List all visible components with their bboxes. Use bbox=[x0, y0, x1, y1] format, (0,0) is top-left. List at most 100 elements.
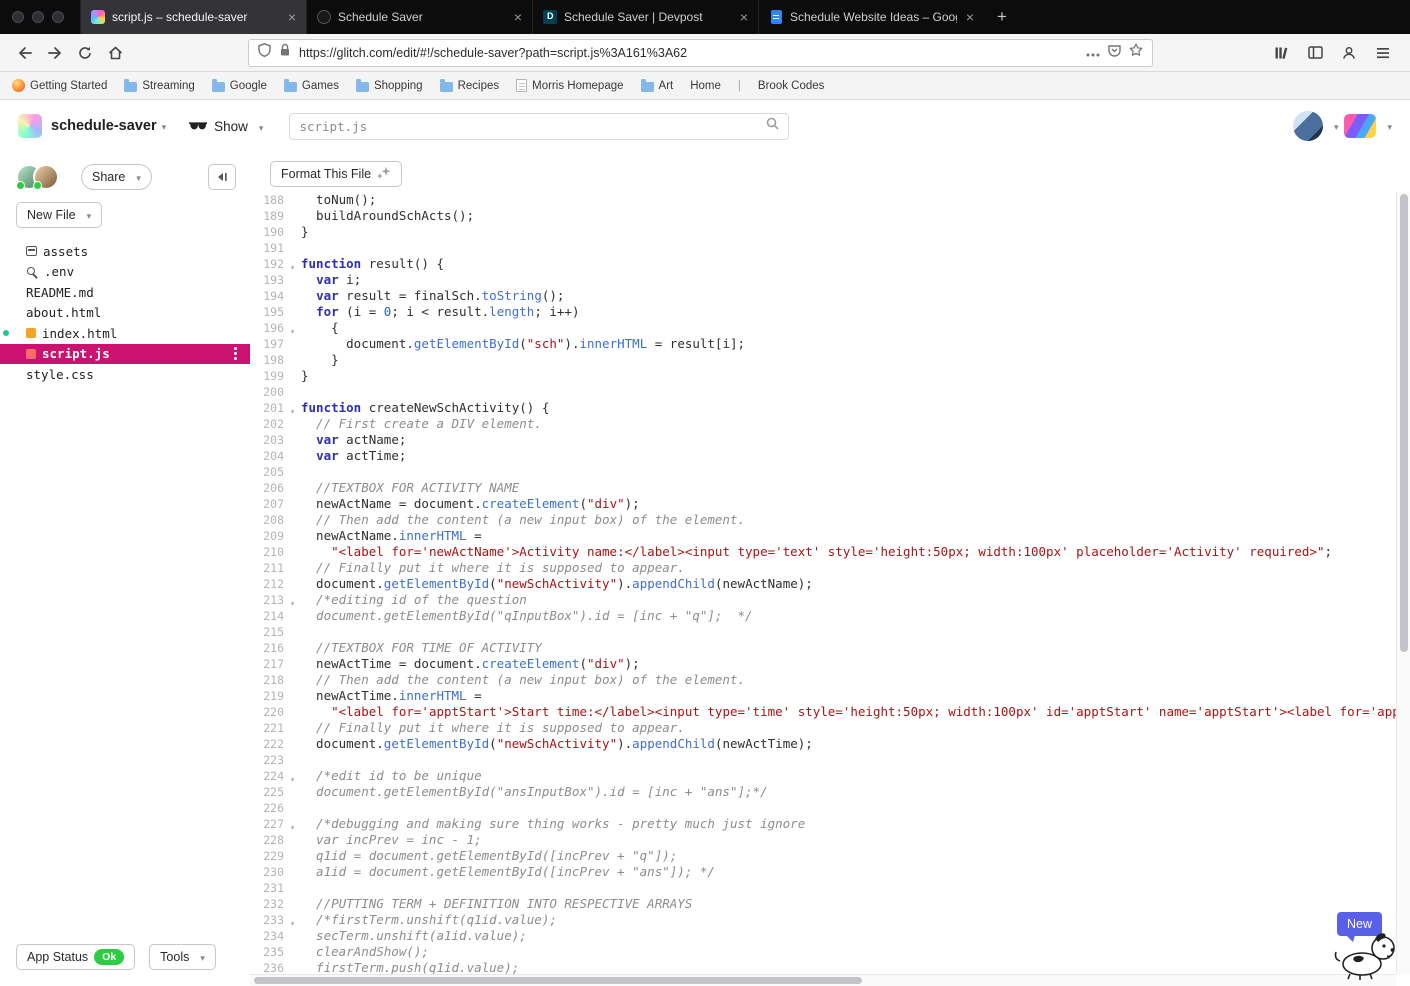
fold-arrow-icon[interactable] bbox=[290, 258, 295, 276]
forward-button[interactable] bbox=[40, 39, 70, 67]
bookmark-item[interactable]: Shopping bbox=[355, 79, 423, 92]
file-search-input[interactable] bbox=[299, 118, 767, 134]
code-line: 204 var actTime; bbox=[250, 448, 1396, 464]
code-line: 189 buildAroundSchActs(); bbox=[250, 208, 1396, 224]
line-number: 232 bbox=[263, 897, 284, 911]
file-name: .env bbox=[44, 264, 75, 280]
glitch-logo[interactable] bbox=[18, 114, 42, 138]
code-text: // First create a DIV element. bbox=[301, 416, 542, 431]
back-button[interactable] bbox=[10, 39, 40, 67]
status-badge: Ok bbox=[94, 949, 125, 965]
minimize-window-button[interactable] bbox=[32, 11, 44, 23]
bookmark-item[interactable]: Morris Homepage bbox=[516, 79, 624, 92]
vertical-scrollbar-thumb[interactable] bbox=[1399, 194, 1408, 652]
bookmark-item[interactable]: Home bbox=[690, 80, 721, 92]
fold-arrow-icon[interactable] bbox=[290, 770, 295, 788]
file-options-icon[interactable] bbox=[234, 352, 237, 356]
pocket-icon[interactable] bbox=[1108, 44, 1121, 62]
menu-hamburger-icon[interactable] bbox=[1368, 39, 1398, 67]
tab-close-icon[interactable] bbox=[286, 10, 298, 24]
file-name: style.css bbox=[26, 366, 94, 382]
new-tab-button[interactable] bbox=[984, 0, 1020, 34]
bookmark-item[interactable]: Art bbox=[640, 79, 673, 92]
file-item-script-js[interactable]: script.js bbox=[0, 343, 250, 364]
code-line: 199} bbox=[250, 368, 1396, 384]
file-item-index-html[interactable]: index.html bbox=[0, 323, 250, 344]
line-number: 206 bbox=[263, 481, 284, 495]
code-line: 230 a1id = document.getElementById([incP… bbox=[250, 864, 1396, 880]
line-number: 228 bbox=[263, 833, 284, 847]
line-number: 220 bbox=[263, 705, 284, 719]
share-button[interactable]: Share bbox=[81, 164, 152, 190]
line-number: 199 bbox=[263, 369, 284, 383]
bookmark-item[interactable]: Games bbox=[283, 79, 339, 92]
browser-tab[interactable]: Schedule Saver | Devpost bbox=[532, 0, 758, 34]
bookmark-item[interactable]: Brook Codes bbox=[758, 80, 824, 92]
account-icon[interactable] bbox=[1334, 39, 1364, 67]
url-text[interactable]: https://glitch.com/edit/#!/schedule-save… bbox=[299, 46, 1078, 60]
lock-icon[interactable] bbox=[279, 43, 291, 62]
horizontal-scrollbar-thumb[interactable] bbox=[254, 977, 862, 984]
fold-arrow-icon[interactable] bbox=[290, 818, 295, 836]
bookmark-item[interactable]: Recipes bbox=[439, 79, 499, 92]
code-text: } bbox=[301, 352, 339, 367]
fold-arrow-icon[interactable] bbox=[290, 322, 295, 340]
tab-close-icon[interactable] bbox=[738, 10, 750, 24]
new-file-button[interactable]: New File bbox=[16, 202, 103, 228]
app-status-button[interactable]: App Status Ok bbox=[16, 944, 136, 970]
sidebars-icon[interactable] bbox=[1300, 39, 1330, 67]
file-item-about-html[interactable]: about.html bbox=[0, 303, 250, 324]
fold-arrow-icon[interactable] bbox=[290, 914, 295, 932]
vertical-scrollbar[interactable] bbox=[1396, 192, 1410, 974]
file-search-box[interactable] bbox=[289, 112, 790, 140]
bookmark-star-icon[interactable] bbox=[1129, 43, 1143, 62]
header-account-area bbox=[1292, 111, 1392, 141]
bookmark-item[interactable]: Getting Started bbox=[12, 79, 107, 92]
bookmark-item[interactable]: Streaming bbox=[124, 79, 195, 92]
code-text: } bbox=[301, 224, 309, 239]
file-item-style-css[interactable]: style.css bbox=[0, 364, 250, 385]
reload-button[interactable] bbox=[70, 39, 100, 67]
close-window-button[interactable] bbox=[12, 11, 24, 23]
tracking-protection-shield-icon[interactable] bbox=[258, 43, 271, 62]
member-avatar[interactable] bbox=[33, 164, 59, 190]
maximize-window-button[interactable] bbox=[52, 11, 64, 23]
library-icon[interactable] bbox=[1266, 39, 1296, 67]
chevron-down-icon[interactable] bbox=[1387, 117, 1392, 135]
avatar[interactable] bbox=[1344, 114, 1377, 138]
tab-close-icon[interactable] bbox=[964, 10, 976, 24]
home-button[interactable] bbox=[100, 39, 130, 67]
horizontal-scrollbar[interactable] bbox=[250, 974, 1396, 986]
line-number: 208 bbox=[263, 513, 284, 527]
code-lines[interactable]: 188 toNum(); 189 buildAroundSchActs(); 190… bbox=[250, 192, 1396, 986]
format-file-button[interactable]: Format This File bbox=[270, 161, 403, 187]
collapse-sidebar-button[interactable] bbox=[208, 164, 236, 190]
code-text: a1id = document.getElementById([incPrev … bbox=[301, 864, 715, 879]
file-item-assets[interactable]: assets bbox=[0, 241, 250, 262]
fold-arrow-icon[interactable] bbox=[290, 594, 295, 612]
user-avatar[interactable] bbox=[1292, 111, 1323, 141]
glitch-header: schedule-saver Show bbox=[0, 100, 1410, 152]
browser-tab[interactable]: script.js – schedule-saver bbox=[80, 0, 306, 34]
browser-tab[interactable]: Schedule Saver bbox=[306, 0, 532, 34]
code-line: 211 // Finally put it where it is suppos… bbox=[250, 560, 1396, 576]
chevron-down-icon[interactable] bbox=[162, 117, 167, 135]
tools-button[interactable]: Tools bbox=[149, 944, 216, 970]
chevron-down-icon[interactable] bbox=[1334, 117, 1339, 135]
show-button[interactable]: Show bbox=[188, 119, 263, 134]
browser-toolbar: https://glitch.com/edit/#!/schedule-save… bbox=[0, 34, 1410, 72]
line-number: 221 bbox=[263, 721, 284, 735]
tab-close-icon[interactable] bbox=[512, 10, 524, 24]
bookmark-item[interactable]: Google bbox=[211, 79, 267, 92]
browser-tab[interactable]: Schedule Website Ideas – Goog bbox=[758, 0, 984, 34]
line-number: 200 bbox=[263, 385, 284, 399]
project-name[interactable]: schedule-saver bbox=[51, 118, 157, 134]
file-item-readme-md[interactable]: README.md bbox=[0, 282, 250, 303]
code-text: newActTime = document.createElement("div… bbox=[301, 656, 640, 671]
file-item-env[interactable]: .env bbox=[0, 262, 250, 283]
url-bar[interactable]: https://glitch.com/edit/#!/schedule-save… bbox=[248, 38, 1153, 67]
fold-arrow-icon[interactable] bbox=[290, 402, 295, 420]
page-actions-icon[interactable] bbox=[1086, 44, 1100, 62]
code-editor[interactable]: Format This File 188 toNum(); 189 buildAr… bbox=[250, 152, 1410, 986]
